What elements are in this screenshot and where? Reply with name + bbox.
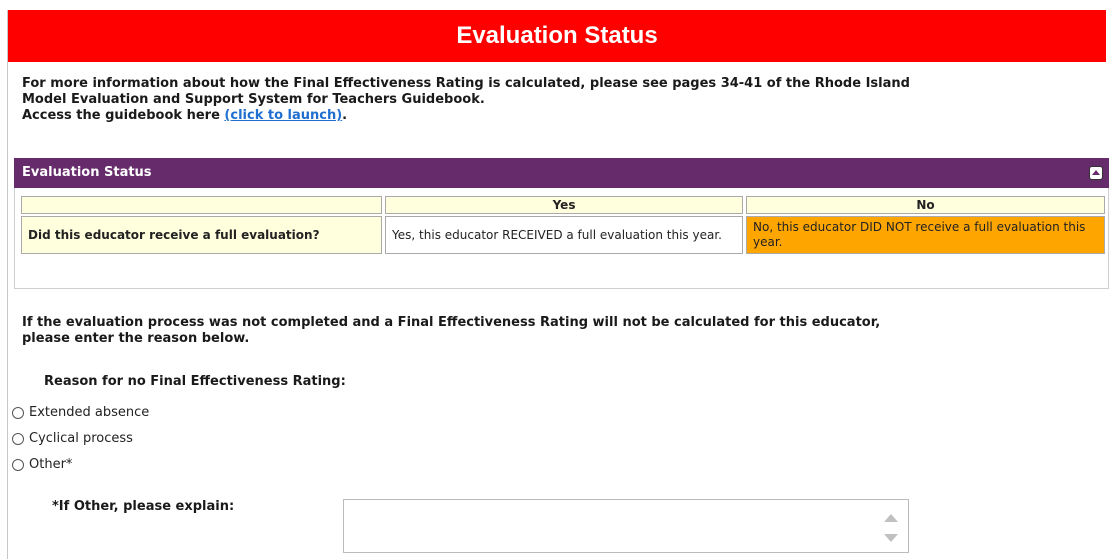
access-prefix: Access the guidebook here (22, 108, 225, 123)
radio-extended-absence[interactable]: Extended absence (12, 405, 149, 420)
panel-header: Evaluation Status (14, 158, 1109, 188)
evaluation-table: Yes No Did this educator receive a full … (18, 194, 1108, 256)
header-empty-cell (21, 196, 383, 214)
explain-label: *If Other, please explain: (52, 499, 235, 514)
column-header-yes: Yes (385, 196, 744, 214)
option-no[interactable]: No, this educator DID NOT receive a full… (746, 216, 1105, 254)
page-title: Evaluation Status (8, 10, 1106, 62)
intro-access-line: Access the guidebook here (click to laun… (22, 108, 1082, 124)
radio-label: Extended absence (29, 405, 150, 420)
intro-text: For more information about how the Final… (22, 76, 1082, 124)
question-cell: Did this educator receive a full evaluat… (21, 216, 383, 254)
radio-label: Cyclical process (29, 431, 133, 446)
radio-other[interactable]: Other* (12, 457, 72, 472)
access-suffix: . (342, 108, 348, 123)
reason-intro-line-2: please enter the reason below. (22, 331, 250, 346)
radio-cyclical-process[interactable]: Cyclical process (12, 431, 133, 446)
intro-line-1: For more information about how the Final… (22, 76, 910, 91)
table-row: Did this educator receive a full evaluat… (21, 216, 1105, 254)
intro-line-2: Model Evaluation and Support System for … (22, 92, 485, 107)
reason-intro: If the evaluation process was not comple… (22, 315, 1082, 347)
radio-label: Other* (29, 457, 73, 472)
reason-title: Reason for no Final Effectiveness Rating… (44, 374, 346, 389)
explain-textarea-box (343, 499, 909, 553)
explain-textarea[interactable] (344, 500, 884, 550)
radio-circle-icon[interactable] (12, 432, 24, 445)
option-yes[interactable]: Yes, this educator RECEIVED a full evalu… (385, 216, 744, 254)
guidebook-link[interactable]: (click to launch) (224, 108, 342, 123)
panel-title: Evaluation Status (22, 165, 152, 180)
radio-circle-icon[interactable] (12, 406, 24, 419)
left-border (7, 10, 8, 559)
collapse-up-icon[interactable] (1089, 166, 1103, 180)
evaluation-status-panel: Evaluation Status Yes No Did this educat… (14, 158, 1109, 289)
column-header-no: No (746, 196, 1105, 214)
reason-intro-line-1: If the evaluation process was not comple… (22, 315, 881, 330)
scroll-down-icon[interactable] (884, 534, 898, 542)
scroll-up-icon[interactable] (884, 514, 898, 522)
table-header-row: Yes No (21, 196, 1105, 214)
radio-circle-icon[interactable] (12, 458, 24, 471)
